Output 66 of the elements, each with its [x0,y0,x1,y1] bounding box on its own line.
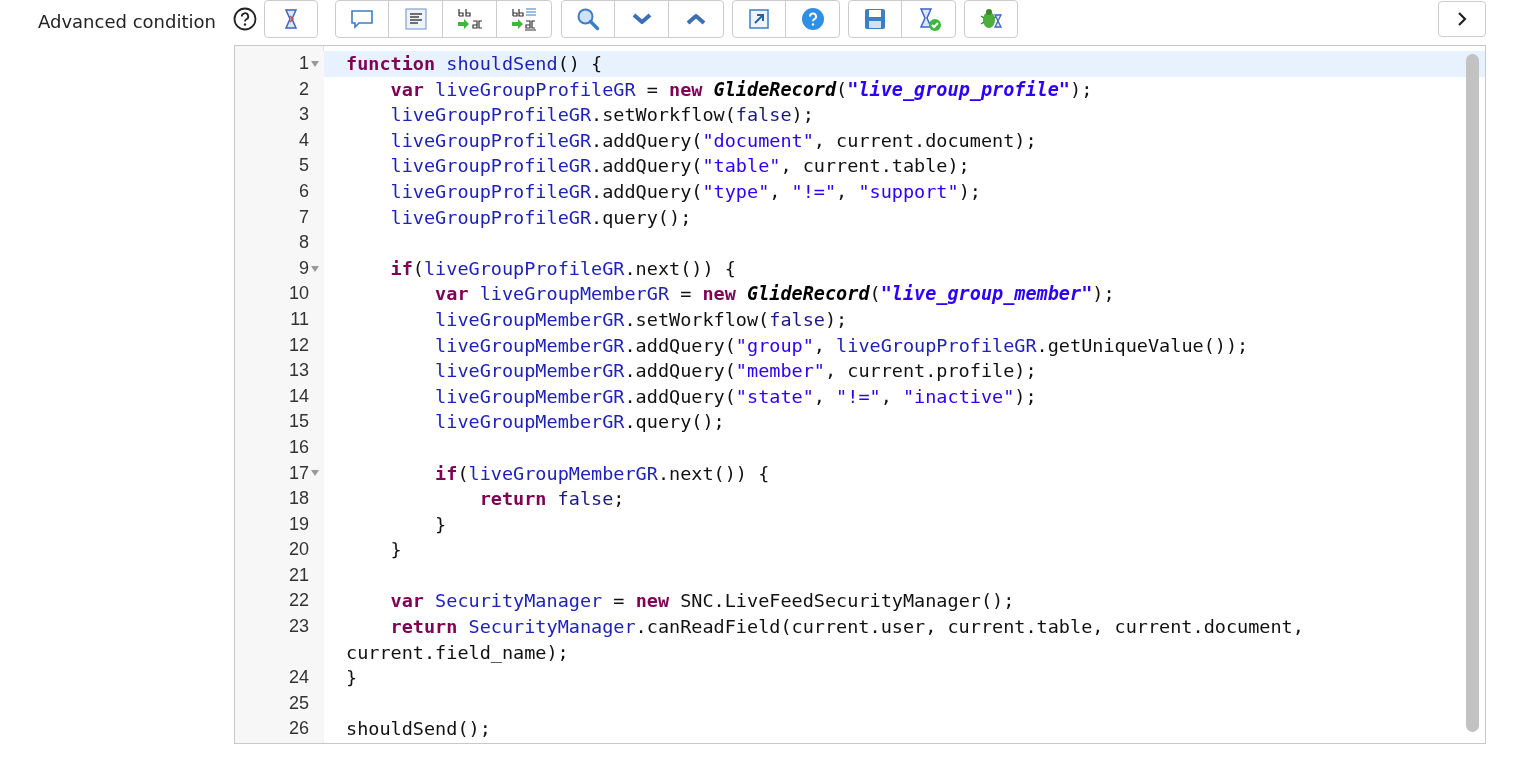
code-line: } [389,538,403,563]
code-line: return SecurityManager.canReadField(current.user, current.table, current.document, current.field_name); [345,615,1305,665]
line-number: 23 [288,615,309,639]
line-number: 7 [299,205,309,229]
line-number: 11 [290,307,309,331]
code-editor[interactable] [234,45,1486,744]
code-line: liveGroupProfileGR.setWorkflow(false); [389,103,815,128]
line-number: 5 [299,154,309,178]
expand-icon [749,8,769,29]
code-line: var liveGroupMemberGR = new GlideRecord("live_group_member"); [434,282,1116,307]
replace-all-icon [511,6,537,31]
fold-arrow-icon[interactable] [311,60,319,67]
line-number: 17 [288,461,309,485]
replace-icon [456,6,483,31]
line-number: 3 [299,103,309,127]
code-line: var SecurityManager = new SNC.LiveFeedSecurityManager(); [389,589,1016,614]
line-number: 21 [288,563,309,587]
field-label: Advanced condition [38,10,216,34]
text-lines-icon [404,7,427,30]
code-line: liveGroupProfileGR.addQuery("document", current.document); [389,128,1038,153]
line-number: 20 [288,538,309,562]
code-line: liveGroupProfileGR.addQuery("type", "!=", "support"); [389,179,982,204]
speech-bubble-icon [350,8,374,29]
code-line: liveGroupMemberGR.addQuery("member", current.profile); [434,359,1038,384]
code-line: liveGroupMemberGR.query(); [434,410,726,435]
search-icon [576,6,600,31]
line-number: 6 [299,179,309,203]
help-icon [800,6,825,31]
line-number: 13 [288,359,309,383]
line-number: 25 [288,691,309,715]
code-line: liveGroupProfileGR.query(); [389,205,693,230]
bug-icon [978,6,1004,31]
code-line: shouldSend(); [345,717,492,742]
chevron-down-icon [631,12,652,25]
fold-arrow-icon[interactable] [311,265,319,272]
code-line: } [345,666,359,691]
line-number: 16 [288,435,309,459]
line-number: 12 [288,333,309,357]
line-number: 19 [288,512,309,536]
line-number: 9 [299,256,309,280]
code-line: if(liveGroupProfileGR.next()) { [389,256,737,281]
code-line: } [434,512,448,537]
code-line: liveGroupMemberGR.addQuery("group", liveGroupProfileGR.getUniqueValue()); [434,333,1250,358]
line-number: 18 [288,487,309,511]
line-number: 4 [299,128,309,152]
help-icon[interactable] [233,6,257,31]
line-number: 15 [288,410,309,434]
line-number: 8 [299,231,309,255]
scrollbar-thumb[interactable] [1466,54,1479,732]
next-button[interactable] [1438,0,1486,37]
code-line: return false; [478,487,626,512]
code-line: liveGroupProfileGR.addQuery("table", current.table); [389,154,971,179]
fold-arrow-icon[interactable] [311,470,319,477]
line-number: 14 [288,384,309,408]
line-number: 1 [299,52,309,75]
line-number: 26 [288,717,309,741]
code-line: liveGroupMemberGR.setWorkflow(false); [434,307,849,332]
code-line: if(liveGroupMemberGR.next()) { [434,461,771,486]
line-number: 22 [288,589,309,613]
chevron-up-icon [686,12,706,25]
chevron-right-icon [1457,10,1467,27]
code-line: liveGroupMemberGR.addQuery("state", "!=", "inactive"); [434,384,1038,409]
line-number: 2 [299,77,309,101]
code-line: var liveGroupProfileGR = new GlideRecord("live_group_profile"); [389,77,1094,103]
line-number: 24 [288,666,309,690]
line-number: 10 [288,282,309,306]
